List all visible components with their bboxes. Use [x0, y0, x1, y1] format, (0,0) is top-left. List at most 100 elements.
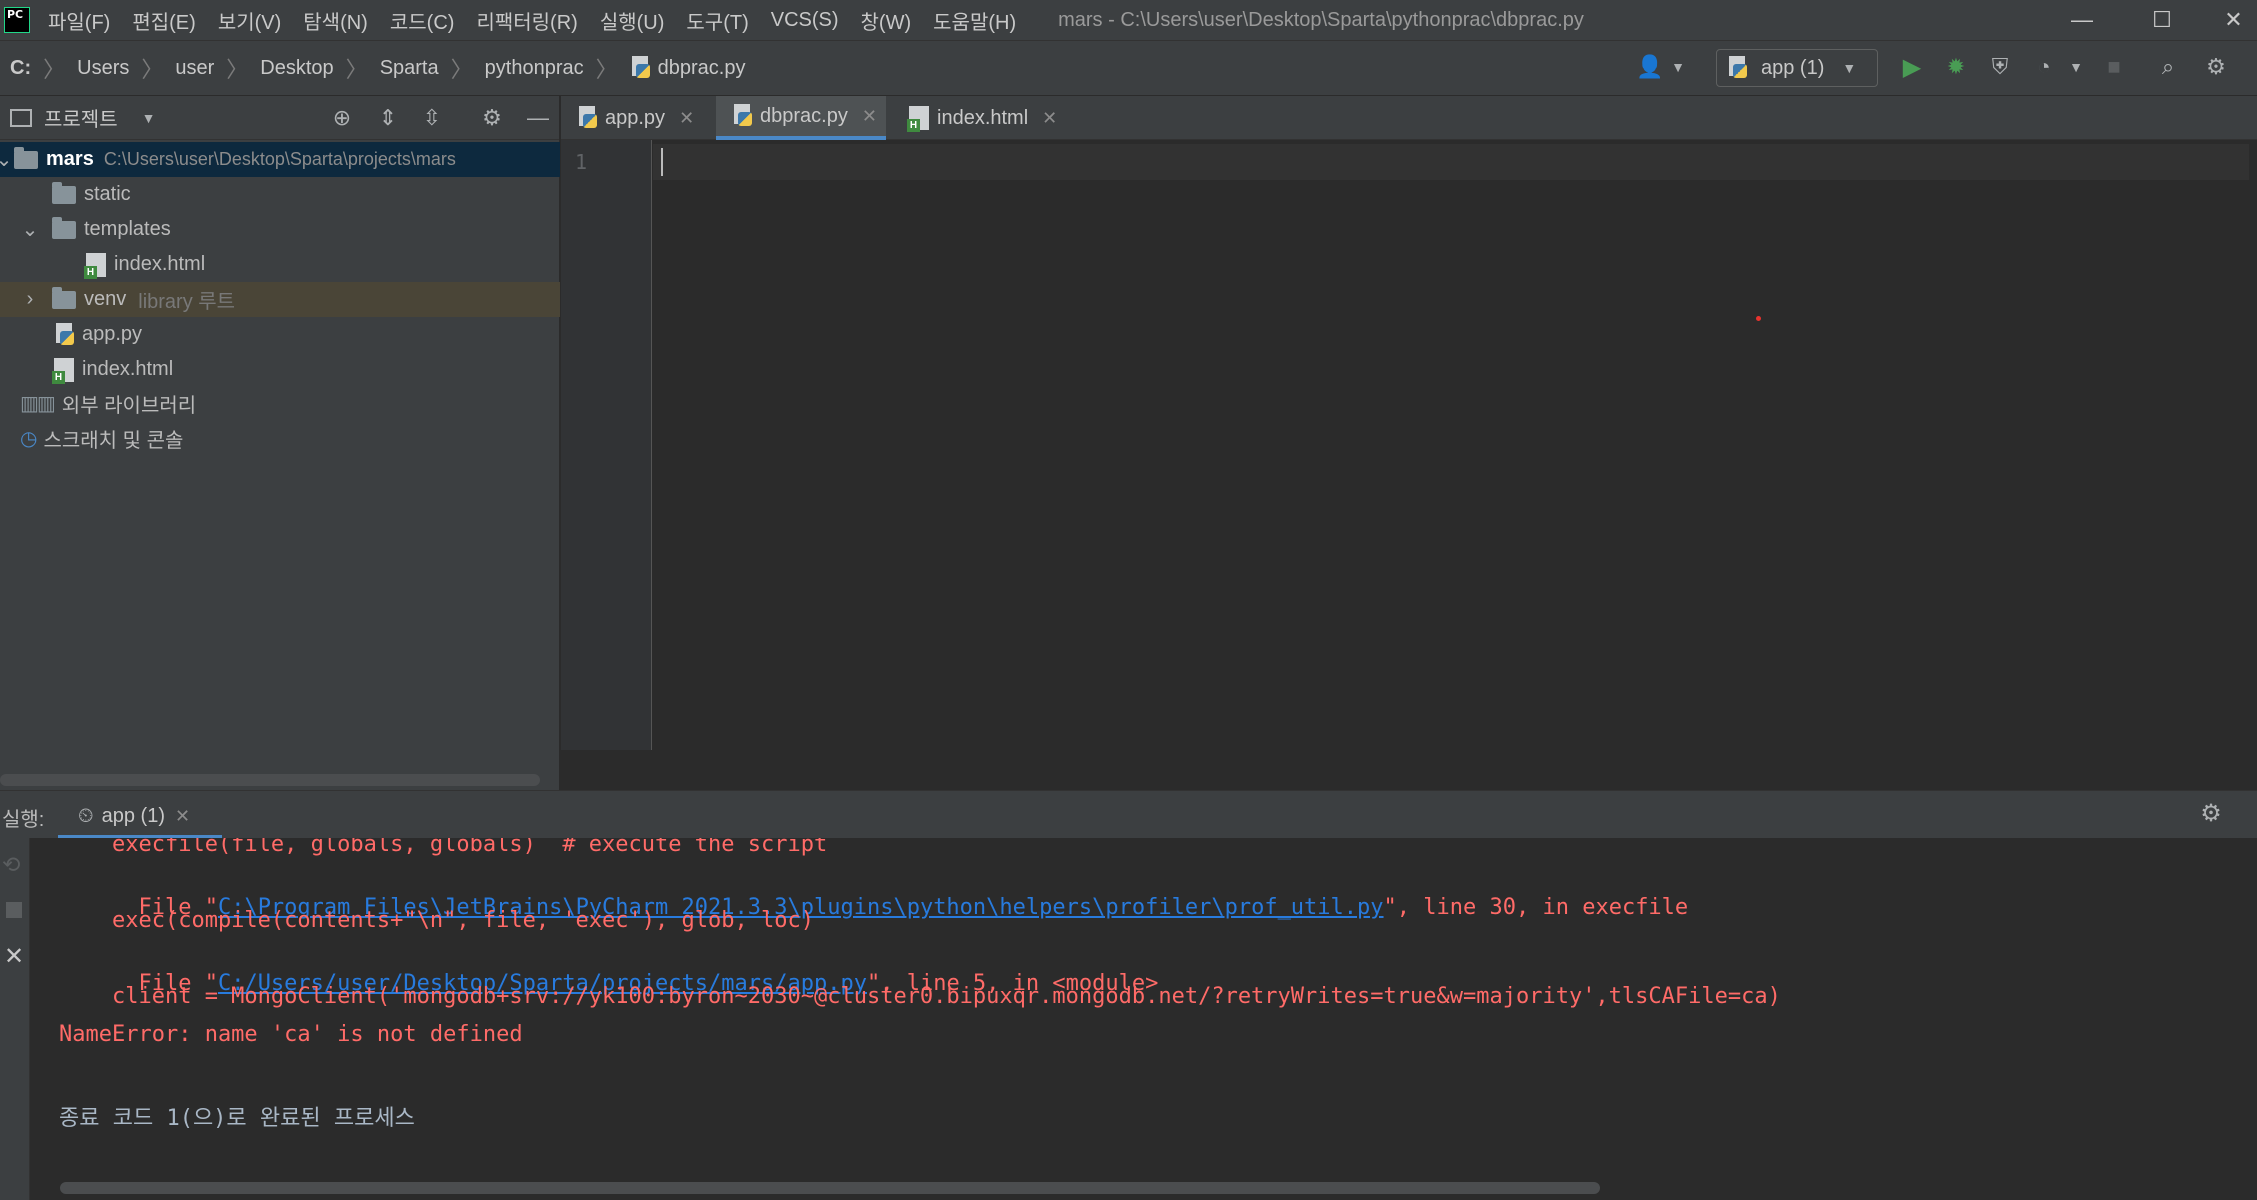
breadcrumb-desktop[interactable]: Desktop — [260, 57, 333, 80]
stop-icon[interactable]: ■ — [2100, 53, 2128, 81]
debug-icon[interactable]: ✹ — [1942, 53, 1970, 81]
close-window-button[interactable]: ✕ — [2210, 0, 2257, 40]
menu-file[interactable]: 파일(F) — [48, 6, 110, 35]
chevron-down-icon: ▼ — [1842, 60, 1857, 76]
error-marker-icon — [1756, 316, 1761, 321]
menu-view[interactable]: 보기(V) — [218, 6, 281, 35]
folder-icon — [52, 181, 76, 204]
stop-icon[interactable] — [6, 902, 22, 918]
menu-edit[interactable]: 편집(E) — [132, 6, 195, 35]
python-file-icon — [732, 104, 754, 128]
current-line-highlight — [653, 144, 2249, 180]
console-line: exec(compile(contents+"\n", file, 'exec'… — [59, 908, 814, 933]
menu-window[interactable]: 창(W) — [861, 6, 912, 35]
tree-item-label: index.html — [114, 253, 206, 275]
tab-dbprac-py[interactable]: dbprac.py ✕ — [716, 96, 886, 140]
breadcrumb-file[interactable]: dbprac.py — [658, 57, 746, 80]
console-text: ", line 30, in execfile — [1383, 895, 1689, 920]
close-icon[interactable]: ✕ — [4, 942, 24, 971]
console-exit-line: 종료 코드 1(으)로 완료된 프로세스 — [59, 1106, 415, 1131]
close-icon[interactable]: ✕ — [679, 108, 694, 129]
tree-item-app-py[interactable]: app.py — [0, 317, 560, 352]
menu-code[interactable]: 코드(C) — [390, 6, 455, 35]
tab-index-html[interactable]: index.html ✕ — [893, 96, 1065, 140]
tab-run-app[interactable]: ⏲ app (1) ✕ — [58, 797, 222, 839]
horizontal-scrollbar[interactable] — [60, 1182, 1600, 1194]
user-account-icon[interactable]: 👤 — [1636, 53, 1664, 81]
chevron-down-icon[interactable]: ⌄ — [20, 217, 40, 242]
menu-refactor[interactable]: 리팩터링(R) — [476, 6, 577, 35]
chevron-right-icon: 〉 — [226, 57, 249, 82]
close-icon[interactable]: ✕ — [862, 106, 877, 127]
hide-panel-icon[interactable]: — — [524, 104, 552, 132]
breadcrumb-user[interactable]: user — [175, 57, 214, 80]
close-icon[interactable]: ✕ — [1042, 108, 1057, 129]
chevron-down-icon[interactable]: ▼ — [142, 110, 156, 126]
search-icon[interactable]: ⌕ — [2154, 53, 2182, 81]
chevron-down-icon[interactable]: ▼ — [2062, 53, 2090, 81]
chevron-right-icon: 〉 — [595, 57, 618, 82]
tree-item-label: index.html — [82, 358, 174, 380]
run-icon[interactable]: ▶ — [1898, 53, 1926, 81]
chevron-down-icon[interactable]: ⌄ — [0, 147, 14, 172]
locate-file-icon[interactable]: ⊕ — [328, 104, 356, 132]
tree-item-label: mars — [46, 148, 94, 170]
settings-gear-icon[interactable]: ⚙ — [2196, 799, 2226, 829]
chevron-down-icon[interactable]: ▼ — [1664, 53, 1692, 81]
project-panel-title[interactable]: 프로젝트 — [44, 103, 118, 132]
tab-app-py[interactable]: app.py ✕ — [561, 96, 713, 140]
tree-item-label: templates — [84, 218, 171, 240]
menu-tools[interactable]: 도구(T) — [686, 6, 748, 35]
chevron-right-icon[interactable]: › — [20, 288, 40, 311]
library-icon: ▥▥ — [20, 393, 56, 415]
close-icon[interactable]: ✕ — [175, 806, 190, 827]
code-editor[interactable] — [653, 140, 2257, 750]
breadcrumb-pythonprac[interactable]: pythonprac — [485, 57, 584, 80]
folder-icon — [52, 216, 76, 239]
tree-item-label: venv — [84, 288, 127, 310]
breadcrumb-users[interactable]: Users — [77, 57, 129, 80]
pycharm-logo-icon: PC — [4, 7, 30, 33]
menu-help[interactable]: 도움말(H) — [933, 6, 1016, 35]
tree-item-label: 스크래치 및 콘솔 — [43, 430, 184, 452]
horizontal-scrollbar[interactable] — [0, 774, 540, 786]
tree-item-static[interactable]: static — [0, 177, 560, 212]
window-title: mars - C:\Users\user\Desktop\Sparta\pyth… — [1058, 8, 1584, 31]
menu-bar: PC 파일(F) 편집(E) 보기(V) 탐색(N) 코드(C) 리팩터링(R)… — [0, 0, 2257, 40]
menu-run[interactable]: 실행(U) — [600, 6, 665, 35]
tree-item-index-html[interactable]: index.html — [0, 352, 560, 387]
profile-icon[interactable]: ◔ — [2030, 53, 2058, 81]
tree-item-scratches[interactable]: ◷ 스크래치 및 콘솔 — [0, 421, 560, 456]
tree-item-mars[interactable]: ⌄ mars C:\Users\user\Desktop\Sparta\proj… — [0, 142, 560, 177]
python-file-icon — [54, 322, 76, 347]
tree-item-label: app.py — [82, 323, 143, 345]
project-panel-header: 프로젝트 ▼ ⊕ ⇕ ⇳ ⚙ — — [0, 96, 559, 140]
collapse-all-icon[interactable]: ⇳ — [418, 104, 446, 132]
console-error-line: NameError: name 'ca' is not defined — [59, 1022, 523, 1047]
run-console-output[interactable]: execfile(file, globals, globals) # execu… — [31, 838, 2257, 1178]
expand-all-icon[interactable]: ⇕ — [374, 104, 402, 132]
settings-gear-icon[interactable]: ⚙ — [478, 104, 506, 132]
rerun-icon[interactable]: ⟲ — [2, 852, 20, 878]
tree-item-templates[interactable]: ⌄ templates — [0, 212, 560, 247]
run-tab-label: app (1) — [101, 804, 165, 827]
python-file-icon — [577, 106, 599, 130]
breadcrumb-sparta[interactable]: Sparta — [380, 57, 439, 80]
tree-item-venv[interactable]: › venv library 루트 — [0, 282, 560, 317]
python-icon — [1727, 56, 1749, 80]
minimize-button[interactable]: — — [2052, 0, 2112, 40]
menu-navigate[interactable]: 탐색(N) — [303, 6, 368, 35]
settings-gear-icon[interactable]: ⚙ — [2202, 53, 2230, 81]
tab-label: index.html — [937, 106, 1029, 129]
run-config-label: app (1) — [1761, 56, 1825, 79]
coverage-icon[interactable]: ⛨ — [1986, 53, 2014, 81]
breadcrumb-drive[interactable]: C: — [10, 57, 31, 80]
maximize-button[interactable]: ☐ — [2132, 0, 2192, 40]
run-tool-window-header: 실행: ⏲ app (1) ✕ ⚙ — [0, 790, 2257, 839]
tree-item-templates-index-html[interactable]: index.html — [0, 247, 560, 282]
tree-item-note: library 루트 — [138, 291, 236, 313]
menu-vcs[interactable]: VCS(S) — [771, 9, 839, 32]
tree-item-external-libraries[interactable]: ▥▥ 외부 라이브러리 — [0, 386, 560, 421]
run-configuration-selector[interactable]: app (1) ▼ — [1716, 49, 1878, 87]
folder-icon — [52, 286, 76, 309]
